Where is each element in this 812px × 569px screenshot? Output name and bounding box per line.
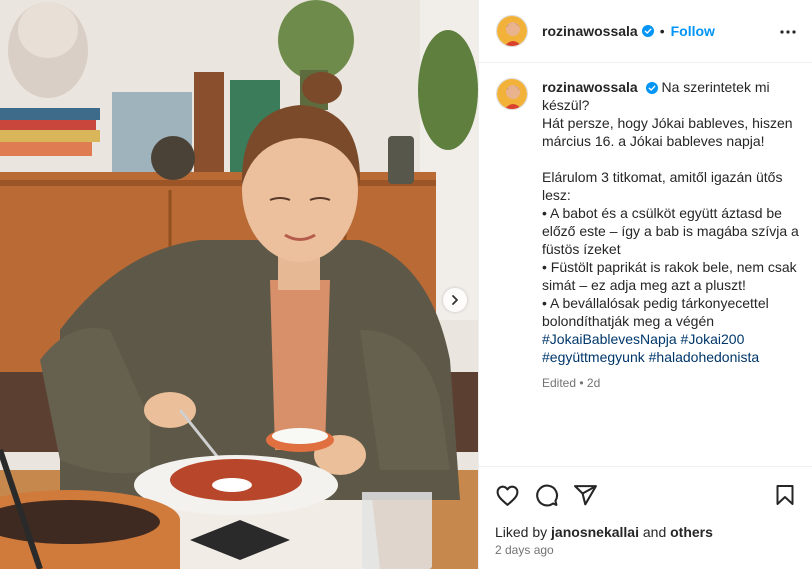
header-username[interactable]: rozinawossala bbox=[542, 23, 638, 39]
hashtag-link[interactable]: #JokaiBablevesNapja bbox=[542, 331, 677, 347]
liked-and: and bbox=[642, 524, 667, 540]
post-timestamp[interactable]: 2 days ago bbox=[495, 543, 554, 557]
caption-username[interactable]: rozinawossala bbox=[542, 79, 638, 95]
caption-text: rozinawossala Na szerintetek mi készül? … bbox=[542, 78, 804, 392]
verified-badge-icon bbox=[641, 25, 654, 37]
post-photo[interactable] bbox=[0, 0, 478, 569]
caption-line: • Füstölt paprikát is rakok bele, nem cs… bbox=[542, 259, 797, 293]
liked-user-link[interactable]: janosnekallai bbox=[551, 524, 639, 540]
avatar[interactable] bbox=[496, 15, 528, 47]
caption-meta: Edited • 2d bbox=[542, 374, 804, 392]
caption-avatar[interactable] bbox=[496, 78, 528, 110]
likes-summary: Liked by janosnekallai and others bbox=[495, 524, 713, 540]
instagram-post: rozinawossala • Follow rozinawossala Na … bbox=[0, 0, 812, 569]
hashtag-link[interactable]: #együttmegyunk bbox=[542, 349, 645, 365]
caption-area: rozinawossala Na szerintetek mi készül? … bbox=[496, 78, 806, 392]
post-header: rozinawossala • Follow bbox=[479, 0, 812, 63]
verified-badge-icon bbox=[645, 82, 658, 94]
chevron-right-icon bbox=[452, 295, 458, 305]
hashtag-link[interactable]: #Jokai200 bbox=[681, 331, 745, 347]
more-icon[interactable] bbox=[778, 22, 798, 42]
post-image bbox=[0, 0, 478, 569]
avatar-image bbox=[497, 16, 527, 46]
follow-button[interactable]: Follow bbox=[671, 23, 715, 39]
edited-separator: • bbox=[579, 376, 584, 390]
avatar-image bbox=[497, 79, 527, 109]
action-bar: Liked by janosnekallai and others 2 days… bbox=[479, 466, 812, 569]
caption-line: Elárulom 3 titkomat, amitől igazán ütős … bbox=[542, 169, 783, 203]
edited-label: Edited bbox=[542, 376, 577, 390]
liked-others-link[interactable]: others bbox=[670, 524, 713, 540]
caption-line: • A bevállalósak pedig tárkonyecettel bo… bbox=[542, 295, 769, 329]
hashtag-link[interactable]: #haladohedonista bbox=[649, 349, 760, 365]
separator-dot: • bbox=[659, 23, 665, 39]
edited-age[interactable]: 2d bbox=[587, 376, 600, 390]
comment-icon[interactable] bbox=[534, 483, 559, 508]
caption-line: • A babot és a csülköt együtt áztasd be … bbox=[542, 205, 799, 257]
liked-prefix: Liked by bbox=[495, 524, 548, 540]
hashtag-list: #JokaiBablevesNapja #Jokai200 #együttmeg… bbox=[542, 330, 804, 366]
next-photo-button[interactable] bbox=[443, 288, 467, 312]
post-side-panel: rozinawossala • Follow rozinawossala Na … bbox=[478, 0, 812, 569]
caption-line: Hát persze, hogy Jókai bableves, hiszen … bbox=[542, 115, 793, 149]
bookmark-icon[interactable] bbox=[773, 483, 797, 507]
heart-icon[interactable] bbox=[495, 483, 520, 508]
share-icon[interactable] bbox=[573, 483, 598, 508]
